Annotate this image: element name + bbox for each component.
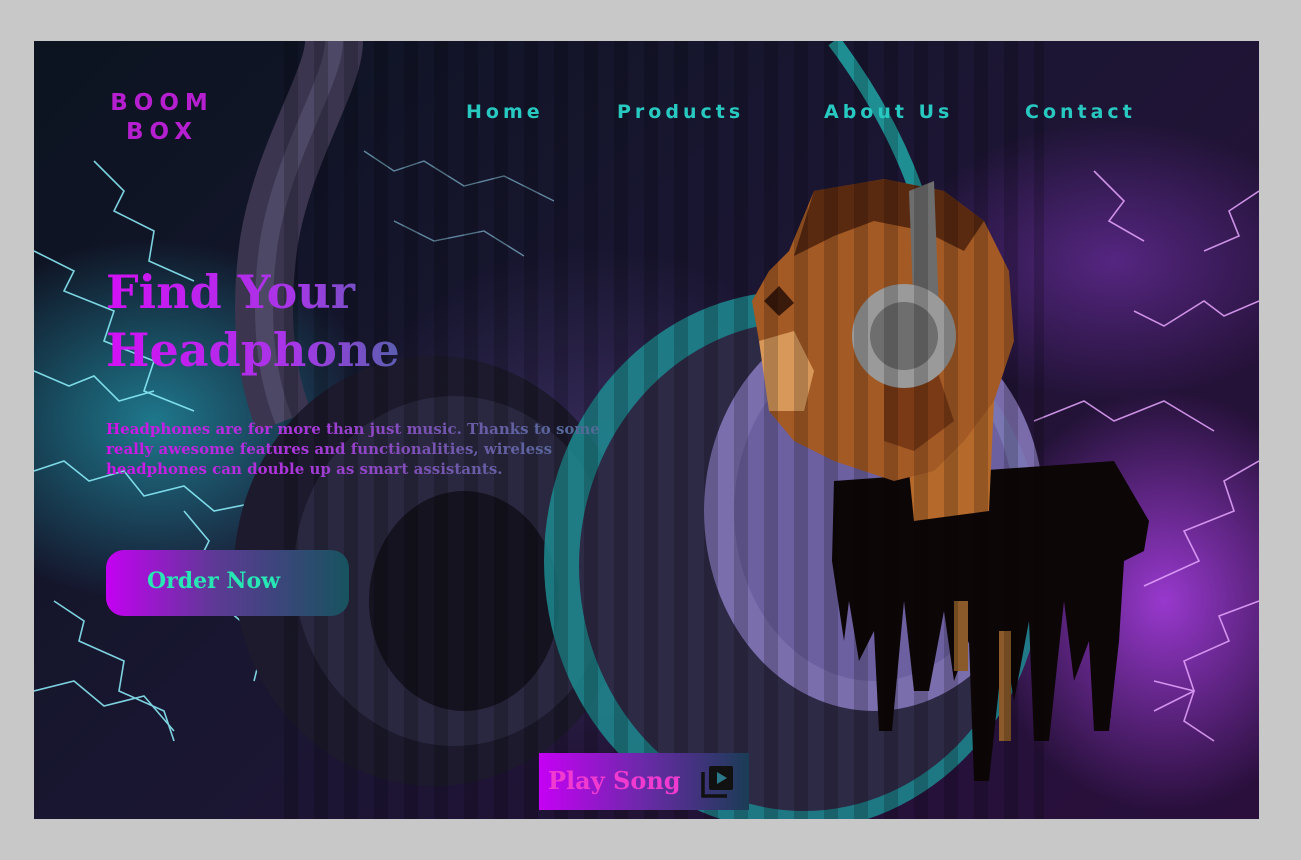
- order-now-label: Order Now: [147, 568, 281, 594]
- brand-logo[interactable]: BOOM BOX: [110, 89, 214, 147]
- landing-page: BOOM BOX Home Products About Us Contact …: [34, 41, 1259, 819]
- playlist-play-icon: [701, 766, 733, 798]
- nav-link-contact[interactable]: Contact: [1025, 101, 1136, 123]
- nav-link-about-us[interactable]: About Us: [824, 101, 953, 123]
- hero-title: Find Your Headphone: [106, 263, 526, 379]
- nav-link-home[interactable]: Home: [466, 101, 544, 123]
- play-song-label: Play Song: [548, 766, 681, 795]
- hero-title-line1: Find Your: [106, 265, 355, 319]
- hero-description: Headphones are for more than just music.…: [106, 419, 616, 479]
- brand-logo-line2: BOX: [126, 119, 198, 145]
- lightning-center: [363, 150, 555, 257]
- nav-link-products[interactable]: Products: [617, 101, 744, 123]
- hero-title-line2: Headphone: [106, 323, 400, 377]
- lightning-right: [1033, 170, 1259, 742]
- brand-logo-line1: BOOM: [110, 90, 214, 116]
- order-now-button[interactable]: Order Now: [106, 550, 349, 616]
- play-song-button[interactable]: Play Song: [539, 753, 749, 810]
